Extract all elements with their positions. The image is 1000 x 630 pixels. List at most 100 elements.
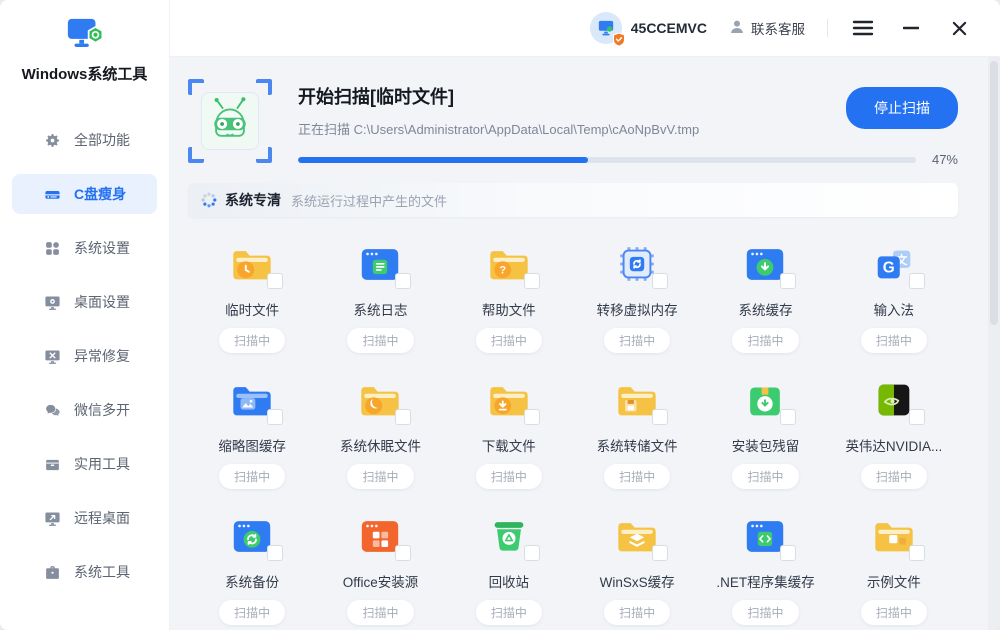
scan-item-office-source[interactable]: Office安装源扫描中: [316, 513, 444, 625]
item-checkbox[interactable]: [267, 273, 283, 289]
account-button[interactable]: 45CCEMVC: [590, 12, 707, 44]
scan-item-system-logs[interactable]: 系统日志扫描中: [316, 241, 444, 353]
sidebar-item-c-drive-slim[interactable]: C盘瘦身: [12, 174, 157, 214]
item-status-badge: 扫描中: [732, 464, 798, 489]
item-checkbox[interactable]: [524, 273, 540, 289]
grid-icon: [43, 239, 61, 257]
sidebar-item-error-repair[interactable]: 异常修复: [12, 336, 157, 376]
item-label: 帮助文件: [482, 299, 536, 319]
scan-item-system-cache[interactable]: 系统缓存扫描中: [701, 241, 829, 353]
item-status-badge: 扫描中: [476, 464, 542, 489]
person-icon: [729, 19, 745, 38]
scan-item-nvidia[interactable]: 英伟达NVIDIA...扫描中: [830, 377, 958, 489]
scan-item-help-files[interactable]: ?帮助文件扫描中: [445, 241, 573, 353]
item-label: WinSxS缓存: [600, 571, 675, 591]
sidebar-item-utilities[interactable]: 实用工具: [12, 444, 157, 484]
sidebar-item-system-settings[interactable]: 系统设置: [12, 228, 157, 268]
item-checkbox[interactable]: [780, 273, 796, 289]
scan-main: 开始扫描[临时文件] 正在扫描 C:\Users\Administrator\A…: [272, 79, 958, 167]
sidebar-item-remote-desktop[interactable]: 远程桌面: [12, 498, 157, 538]
sidebar-item-label: 全部功能: [74, 130, 130, 150]
item-checkbox[interactable]: [909, 409, 925, 425]
folder-image-icon: [229, 377, 275, 423]
spinner-icon: [201, 192, 217, 208]
scan-item-input-method[interactable]: 文 G输入法扫描中: [830, 241, 958, 353]
window-download-icon: [742, 241, 788, 287]
item-checkbox[interactable]: [909, 273, 925, 289]
item-status-badge: 扫描中: [219, 328, 285, 353]
item-label: 临时文件: [225, 299, 279, 319]
sidebar-item-label: 系统设置: [74, 238, 130, 258]
menu-button[interactable]: [850, 15, 876, 41]
item-checkbox[interactable]: [395, 545, 411, 561]
scan-status-line: 正在扫描 C:\Users\Administrator\AppData\Loca…: [298, 119, 699, 138]
sidebar-item-desktop-settings[interactable]: 桌面设置: [12, 282, 157, 322]
item-checkbox[interactable]: [909, 545, 925, 561]
scrollbar-track[interactable]: [988, 57, 1000, 630]
app-title: Windows系统工具: [22, 63, 148, 84]
item-checkbox[interactable]: [524, 545, 540, 561]
item-status-badge: 扫描中: [604, 328, 670, 353]
scan-items-grid: 临时文件扫描中 系统日志扫描中 ?帮助文件扫描中 转移虚拟内存扫描中 系统缓存扫…: [188, 241, 958, 625]
item-checkbox[interactable]: [652, 409, 668, 425]
item-checkbox[interactable]: [395, 273, 411, 289]
item-label: 系统转储文件: [597, 435, 678, 455]
scan-item-system-backup[interactable]: 系统备份扫描中: [188, 513, 316, 625]
progress-track: [298, 157, 916, 163]
chip-refresh-icon: [614, 241, 660, 287]
folder-dump-icon: [614, 377, 660, 423]
item-checkbox[interactable]: [267, 545, 283, 561]
app-window: Windows系统工具 全部功能 C盘瘦身系统设置桌面设置异常修复微信多开实用工具…: [0, 0, 1000, 630]
close-button[interactable]: [946, 15, 972, 41]
shield-badge-icon: [612, 32, 626, 47]
main-area: 45CCEMVC 联系客服: [170, 0, 1000, 630]
sidebar-item-all-features[interactable]: 全部功能: [12, 120, 157, 160]
recycle-bin-icon: [486, 513, 532, 559]
section-description: 系统运行过程中产生的文件: [291, 191, 447, 210]
item-checkbox[interactable]: [652, 545, 668, 561]
item-status-badge: 扫描中: [604, 464, 670, 489]
section-title: 系统专清: [225, 190, 281, 210]
scan-item-download-files[interactable]: 下载文件扫描中: [445, 377, 573, 489]
item-status-badge: 扫描中: [604, 600, 670, 625]
monitor-tools-icon: [43, 347, 61, 365]
sidebar-item-label: 微信多开: [74, 400, 130, 420]
item-label: 缩略图缓存: [218, 435, 286, 455]
item-label: 安装包残留: [732, 435, 800, 455]
item-checkbox[interactable]: [780, 545, 796, 561]
scan-item-temp-files[interactable]: 临时文件扫描中: [188, 241, 316, 353]
stop-scan-button[interactable]: 停止扫描: [846, 87, 958, 129]
contact-support-button[interactable]: 联系客服: [729, 18, 805, 38]
scan-item-thumbnail-cache[interactable]: 缩略图缓存扫描中: [188, 377, 316, 489]
scan-item-sample-files[interactable]: 示例文件扫描中: [830, 513, 958, 625]
item-checkbox[interactable]: [395, 409, 411, 425]
scan-item-hibernation-file[interactable]: 系统休眠文件扫描中: [316, 377, 444, 489]
scan-item-virtual-memory[interactable]: 转移虚拟内存扫描中: [573, 241, 701, 353]
item-status-badge: 扫描中: [861, 464, 927, 489]
item-label: 系统缓存: [738, 299, 792, 319]
sidebar-item-label: C盘瘦身: [74, 184, 126, 204]
item-status-badge: 扫描中: [219, 464, 285, 489]
scan-progress: 47%: [298, 152, 958, 167]
item-checkbox[interactable]: [652, 273, 668, 289]
scan-item-recycle-bin[interactable]: 回收站扫描中: [445, 513, 573, 625]
item-checkbox[interactable]: [524, 409, 540, 425]
item-label: .NET程序集缓存: [716, 571, 814, 591]
scrollbar-thumb[interactable]: [990, 61, 998, 325]
item-label: 示例文件: [867, 571, 921, 591]
sidebar: Windows系统工具 全部功能 C盘瘦身系统设置桌面设置异常修复微信多开实用工具…: [0, 0, 170, 630]
minimize-button[interactable]: [898, 15, 924, 41]
sidebar-item-label: 远程桌面: [74, 508, 130, 528]
scan-item-winsxs-cache[interactable]: WinSxS缓存扫描中: [573, 513, 701, 625]
item-status-badge: 扫描中: [219, 600, 285, 625]
scan-item-installer-leftover[interactable]: 安装包残留扫描中: [701, 377, 829, 489]
scan-item-dump-files[interactable]: 系统转储文件扫描中: [573, 377, 701, 489]
scan-frame: [188, 79, 272, 163]
item-checkbox[interactable]: [780, 409, 796, 425]
item-checkbox[interactable]: [267, 409, 283, 425]
scan-item-dotnet-cache[interactable]: .NET程序集缓存扫描中: [701, 513, 829, 625]
svg-text:?: ?: [499, 265, 506, 277]
sidebar-item-wechat-multi[interactable]: 微信多开: [12, 390, 157, 430]
sidebar-item-system-tools[interactable]: 系统工具: [12, 552, 157, 592]
monitor-gear-icon: [43, 293, 61, 311]
